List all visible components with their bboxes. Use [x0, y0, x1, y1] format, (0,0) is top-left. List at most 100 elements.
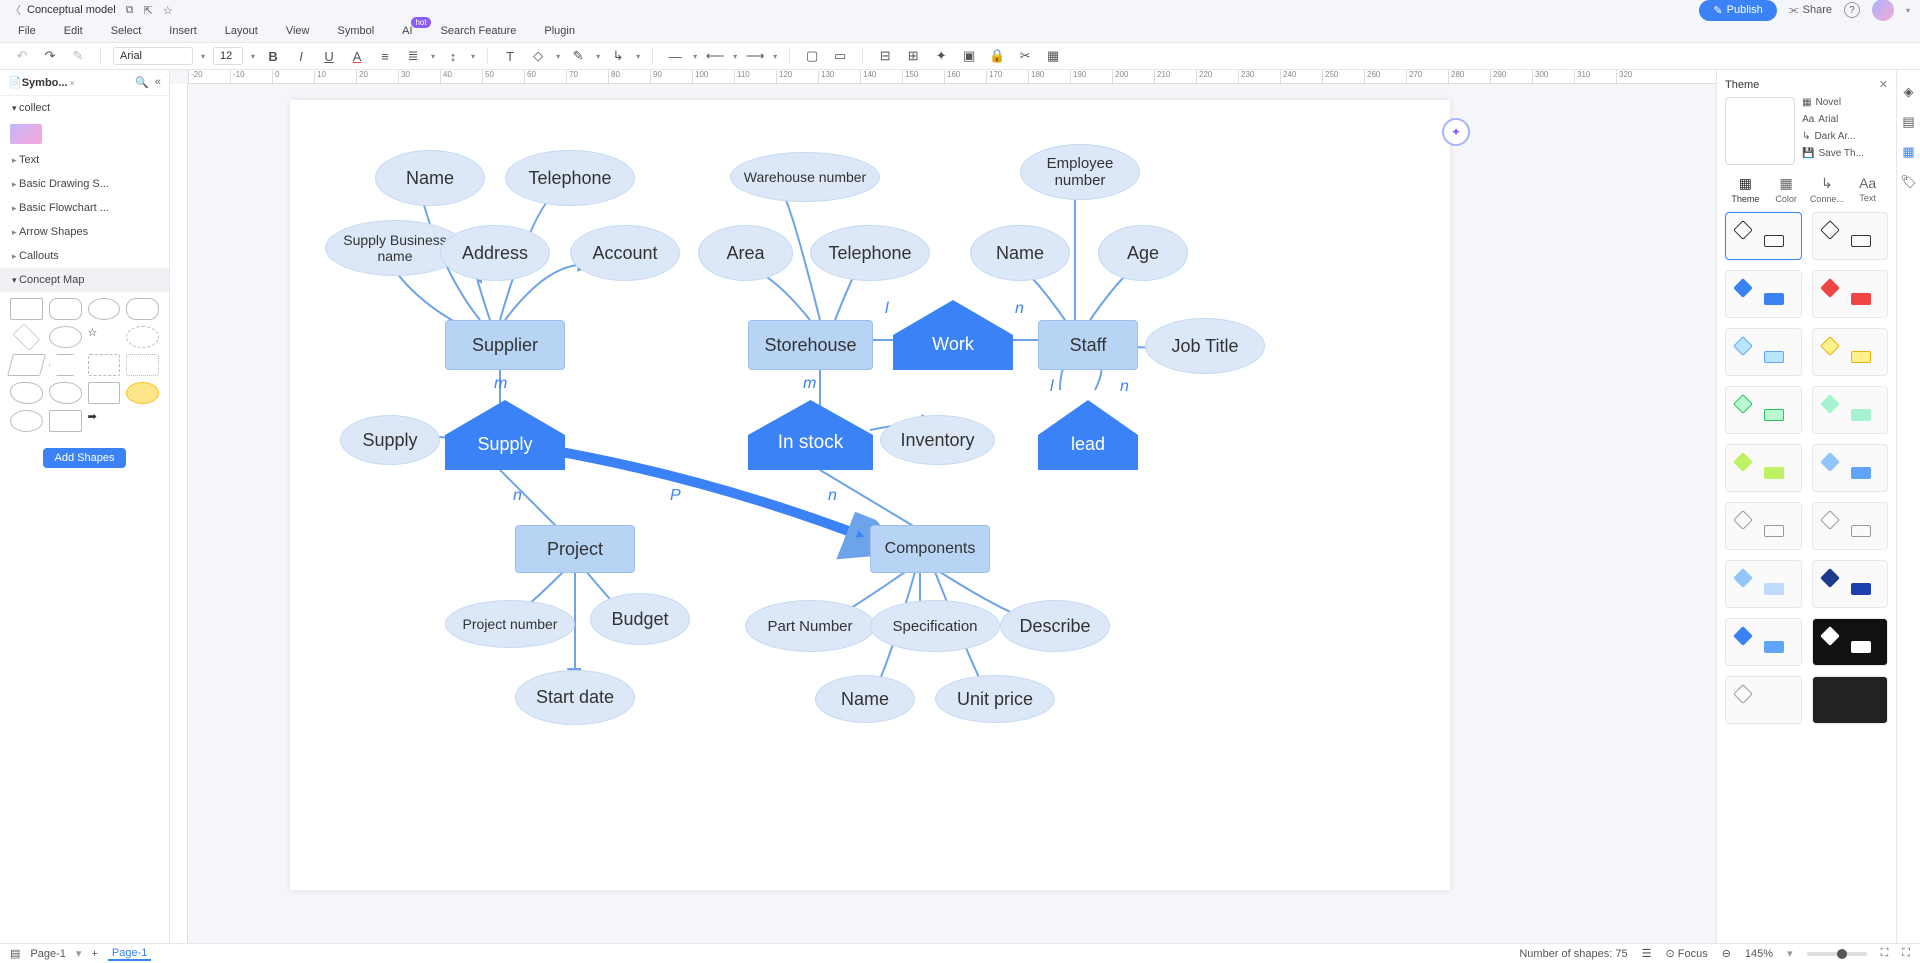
pages-icon[interactable]: ▤ [10, 947, 20, 960]
halign-icon[interactable]: ≣ [403, 46, 423, 66]
strip-cursor-icon[interactable]: ◈ [1904, 84, 1914, 100]
strip-layers-icon[interactable]: ▤ [1902, 114, 1914, 130]
theme-item[interactable] [1725, 212, 1802, 260]
attr-projnum[interactable]: Project number [445, 600, 575, 648]
menu-view[interactable]: View [286, 25, 310, 37]
rel-supply[interactable]: Supply [445, 400, 565, 470]
tab-theme[interactable]: ▦Theme [1725, 175, 1766, 204]
opt-save[interactable]: 💾Save Th... [1802, 148, 1864, 159]
redo-icon[interactable]: ↷ [40, 46, 60, 66]
add-shapes-button[interactable]: Add Shapes [43, 448, 127, 468]
attr-partnum[interactable]: Part Number [745, 600, 875, 652]
section-concept-map[interactable]: Concept Map [0, 268, 169, 292]
section-callouts[interactable]: Callouts [0, 244, 169, 268]
collect-thumb[interactable] [10, 124, 42, 144]
theme-item[interactable] [1812, 502, 1889, 550]
menu-ai[interactable]: AIhot [402, 25, 412, 37]
shape-dashed-circle[interactable] [126, 326, 159, 348]
strip-theme-icon[interactable]: ▦ [1902, 144, 1914, 160]
attr-supply[interactable]: Supply [340, 415, 440, 465]
export-icon[interactable]: ⇱ [144, 4, 153, 17]
tab-text[interactable]: AaText [1847, 175, 1888, 204]
menu-edit[interactable]: Edit [64, 25, 83, 37]
effects-icon[interactable]: ✦ [931, 46, 951, 66]
cut-icon[interactable]: ✂ [1015, 46, 1035, 66]
theme-item[interactable] [1725, 444, 1802, 492]
publish-button[interactable]: ✎ Publish [1699, 0, 1776, 21]
zoom-out-icon[interactable]: ⊖ [1722, 947, 1731, 960]
theme-item[interactable] [1725, 618, 1802, 666]
attr-budget[interactable]: Budget [590, 593, 690, 645]
theme-item[interactable] [1812, 676, 1889, 724]
attr-name2[interactable]: Name [970, 225, 1070, 281]
menu-plugin[interactable]: Plugin [544, 25, 575, 37]
share-button[interactable]: ⫘ Share [1789, 4, 1832, 17]
entity-project[interactable]: Project [515, 525, 635, 573]
help-icon[interactable]: ? [1844, 2, 1860, 18]
group-icon[interactable]: ▣ [959, 46, 979, 66]
theme-item[interactable] [1812, 444, 1889, 492]
shape-rect[interactable] [10, 298, 43, 320]
italic-icon[interactable]: I [291, 46, 311, 66]
shape-pill[interactable] [126, 298, 159, 320]
canvas[interactable]: -20-100102030405060708090100110120130140… [170, 70, 1716, 943]
attr-unitprice[interactable]: Unit price [935, 675, 1055, 723]
opt-novel[interactable]: ▦Novel [1802, 97, 1864, 108]
section-basic-drawing[interactable]: Basic Drawing S... [0, 172, 169, 196]
zoom-slider[interactable] [1807, 952, 1867, 956]
menu-layout[interactable]: Layout [225, 25, 258, 37]
section-text[interactable]: Text [0, 148, 169, 172]
add-page-icon[interactable]: + [91, 948, 97, 960]
zoom-level[interactable]: 145% [1745, 948, 1773, 960]
theme-item[interactable] [1725, 270, 1802, 318]
tab-color[interactable]: ▦Color [1766, 175, 1807, 204]
rel-lead[interactable]: lead [1038, 400, 1138, 470]
line-icon[interactable]: ✎ [568, 46, 588, 66]
star-icon[interactable]: ☆ [163, 4, 173, 17]
entity-storehouse[interactable]: Storehouse [748, 320, 873, 370]
arrow-start-icon[interactable]: ⟵ [705, 46, 725, 66]
layers-status-icon[interactable]: ☰ [1642, 947, 1652, 960]
page-tab[interactable]: Page-1 [108, 947, 151, 961]
theme-item[interactable] [1812, 386, 1889, 434]
entity-supplier[interactable]: Supplier [445, 320, 565, 370]
attr-account[interactable]: Account [570, 225, 680, 281]
attr-telephone2[interactable]: Telephone [810, 225, 930, 281]
attr-inventory[interactable]: Inventory [880, 415, 995, 465]
theme-item[interactable] [1812, 618, 1889, 666]
shape-parallelogram[interactable] [7, 354, 46, 376]
attr-spec[interactable]: Specification [870, 600, 1000, 652]
attr-age[interactable]: Age [1098, 225, 1188, 281]
shape-hexagon[interactable] [49, 354, 82, 376]
attr-telephone[interactable]: Telephone [505, 150, 635, 206]
opt-dark[interactable]: ↳Dark Ar... [1802, 131, 1864, 142]
arrow-end-icon[interactable]: ⟶ [745, 46, 765, 66]
shape-thought[interactable] [10, 410, 43, 432]
shape-bubble[interactable] [126, 382, 159, 404]
tab-connector[interactable]: ↳Conne... [1807, 175, 1848, 204]
open-icon[interactable]: ⧉ [126, 4, 134, 17]
brush-icon[interactable]: ✎ [68, 46, 88, 66]
section-arrow-shapes[interactable]: Arrow Shapes [0, 220, 169, 244]
page-select[interactable]: Page-1 [30, 948, 65, 960]
table-icon[interactable]: ▦ [1043, 46, 1063, 66]
theme-item[interactable] [1812, 560, 1889, 608]
lock-icon[interactable]: 🔒 [987, 46, 1007, 66]
attr-area[interactable]: Area [698, 225, 793, 281]
theme-item[interactable] [1812, 328, 1889, 376]
theme-item[interactable] [1725, 502, 1802, 550]
shape-diamond[interactable] [13, 323, 40, 350]
menu-insert[interactable]: Insert [169, 25, 197, 37]
shape-icon[interactable]: ▢ [802, 46, 822, 66]
connector-icon[interactable]: ↳ [608, 46, 628, 66]
collapse-panel-icon[interactable]: « [155, 76, 161, 89]
section-collect[interactable]: collect [0, 96, 169, 120]
theme-item[interactable] [1725, 676, 1802, 724]
spacing-icon[interactable]: ↕ [443, 46, 463, 66]
shape-dotted[interactable] [126, 354, 159, 376]
avatar[interactable] [1872, 0, 1894, 21]
theme-item[interactable] [1725, 560, 1802, 608]
rel-work[interactable]: Work [893, 300, 1013, 370]
paper[interactable]: ✦ [290, 100, 1450, 890]
back-icon[interactable]: 〈 [10, 2, 21, 18]
